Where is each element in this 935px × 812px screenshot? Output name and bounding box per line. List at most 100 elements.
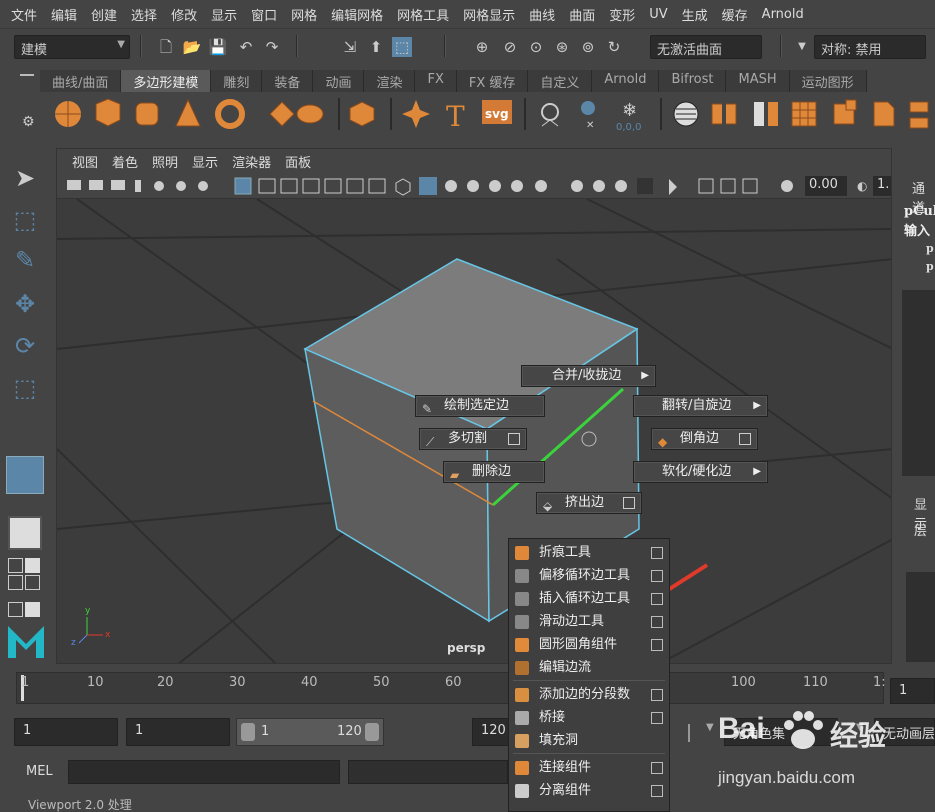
shelf-tab[interactable]: Bifrost — [659, 70, 727, 92]
menu-item[interactable]: 选择 — [124, 5, 164, 24]
option-box-icon[interactable] — [508, 433, 520, 445]
mel-label[interactable]: MEL — [26, 764, 53, 779]
shelf-tab[interactable]: MASH — [726, 70, 790, 92]
mirror-icon[interactable] — [754, 102, 778, 126]
option-box-icon[interactable] — [739, 433, 751, 445]
last-tool-icon[interactable] — [6, 456, 44, 494]
viewport-menu-item[interactable]: 显示 — [185, 152, 225, 171]
shelf-tab[interactable]: Arnold — [592, 70, 660, 92]
viewport-menu-item[interactable]: 照明 — [145, 152, 185, 171]
viewport-menu-item[interactable]: 渲染器 — [225, 152, 278, 171]
merge-collapse-edge-item[interactable]: 合并/收拢边 ▶ — [521, 365, 656, 387]
bridge-icon[interactable] — [909, 101, 929, 129]
playback-end-field[interactable]: 120 — [472, 718, 512, 746]
menu-item[interactable]: 编辑 — [44, 5, 84, 24]
bevel-icon[interactable] — [873, 101, 895, 127]
redo-icon[interactable]: ↷ — [262, 37, 282, 57]
time-slider-track[interactable]: 1 10 20 30 40 50 60 100 110 1: — [16, 672, 886, 704]
rotate-tool-icon[interactable]: ⟳ — [9, 330, 41, 362]
select-object-icon[interactable]: ⬆ — [366, 37, 386, 57]
torus-icon[interactable] — [215, 99, 245, 129]
gear-icon[interactable]: ⚙ — [22, 114, 35, 130]
snap-point-icon[interactable]: ⊙ — [526, 37, 546, 57]
mel-input[interactable] — [68, 760, 340, 784]
menu-item[interactable]: 文件 — [4, 5, 44, 24]
grid-cube-icon[interactable] — [791, 101, 817, 127]
range-slider-bar[interactable]: 1 120 — [236, 718, 384, 746]
shelf-tab[interactable]: 雕刻 — [211, 70, 263, 92]
option-box-icon[interactable] — [651, 689, 663, 701]
shelf-tab[interactable]: 运动图形 — [789, 70, 867, 92]
option-box-icon[interactable] — [651, 593, 663, 605]
hud-icon[interactable] — [742, 178, 758, 194]
symmetry-dropdown[interactable]: 对称: 禁用 — [814, 35, 926, 59]
snap-curve-icon[interactable]: ⊘ — [500, 37, 520, 57]
start-time-field[interactable]: 1 — [14, 718, 118, 746]
popup-menu-item[interactable]: 插入循环边工具 — [509, 587, 669, 610]
menu-item[interactable]: 曲线 — [522, 5, 562, 24]
text-tool-icon[interactable]: T — [446, 100, 465, 133]
snap-rotate-icon[interactable]: ↻ — [604, 37, 624, 57]
select-component-icon[interactable]: ⬚ — [392, 37, 412, 57]
menu-item[interactable]: 网格工具 — [390, 5, 456, 24]
platonic-icon[interactable] — [349, 101, 375, 127]
image-plane-icon[interactable] — [154, 181, 164, 191]
snap-view-icon[interactable]: ⊛ — [552, 37, 572, 57]
popup-menu-item[interactable]: 添加边的分段数 — [509, 683, 669, 706]
popup-menu-item[interactable]: 填充洞 — [509, 729, 669, 752]
resolution-gate-icon[interactable] — [280, 178, 298, 194]
popup-menu-item[interactable]: 编辑边流 — [509, 656, 669, 679]
antialias-icon[interactable] — [593, 180, 605, 192]
cone-icon[interactable] — [175, 98, 201, 127]
shelf-tab[interactable]: 曲线/曲面 — [40, 70, 122, 92]
time-slider[interactable]: 1 10 20 30 40 50 60 100 110 1: 1 — [0, 668, 935, 710]
shelf-tab[interactable]: 多边形建模 — [121, 70, 212, 92]
bevel-edge-item[interactable]: ◆ 倒角边 — [651, 428, 758, 450]
popup-menu-item[interactable]: 滑动边工具 — [509, 610, 669, 633]
camera-icon[interactable] — [67, 180, 81, 190]
move-tool-icon[interactable]: ✥ — [9, 288, 41, 320]
xray-icon[interactable] — [176, 181, 186, 191]
camera-lock-icon[interactable] — [111, 180, 125, 190]
mode-dropdown[interactable]: 建模 ▼ — [14, 35, 130, 59]
object-name[interactable]: pCub — [904, 204, 935, 219]
ambient-occlusion-icon[interactable] — [535, 180, 547, 192]
playback-start-field[interactable]: 1 — [126, 718, 230, 746]
shelf-tab[interactable]: FX 缓存 — [456, 70, 529, 92]
snowflake-icon[interactable]: ❄0,0,0 — [616, 100, 641, 133]
live-surface-field[interactable]: 无激活曲面 — [650, 35, 762, 59]
menu-item[interactable]: 修改 — [164, 5, 204, 24]
four-view-layout-icon[interactable] — [8, 558, 42, 592]
shelf-tab[interactable]: 动画 — [313, 70, 365, 92]
single-perspective-view-icon[interactable] — [8, 516, 42, 550]
range-start-handle[interactable] — [241, 723, 255, 741]
scale-tool-icon[interactable]: ⬚ — [9, 372, 41, 404]
popup-menu-item[interactable]: 折痕工具 — [509, 541, 669, 564]
save-scene-icon[interactable]: 💾 — [208, 37, 228, 57]
camera-attr-icon[interactable] — [89, 180, 103, 190]
extrude-edge-item[interactable]: ⬙ 挤出边 — [536, 492, 642, 514]
grid-toggle-icon[interactable] — [234, 177, 252, 195]
menu-item[interactable]: UV — [642, 7, 674, 22]
option-box-icon[interactable] — [651, 547, 663, 559]
menu-item[interactable]: 创建 — [84, 5, 124, 24]
select-hierarchy-icon[interactable]: ⇲ — [340, 37, 360, 57]
paint-select-edge-item[interactable]: ✎ 绘制选定边 — [415, 395, 545, 417]
multicut-item[interactable]: ⟋ 多切割 — [419, 428, 527, 450]
menu-item[interactable]: 缓存 — [715, 5, 755, 24]
menu-item[interactable]: 网格 — [284, 5, 324, 24]
film-gate-icon[interactable] — [258, 178, 276, 194]
gamma-field[interactable]: 1. — [873, 176, 891, 196]
extrude-icon[interactable] — [833, 99, 857, 125]
menu-item[interactable]: 窗口 — [244, 5, 284, 24]
chevron-down-icon[interactable]: ▼ — [792, 37, 812, 57]
shadows-icon[interactable] — [511, 180, 523, 192]
separate-icon[interactable] — [711, 100, 737, 128]
menu-item[interactable]: Arnold — [755, 7, 811, 22]
open-scene-icon[interactable]: 📂 — [182, 37, 202, 57]
gate-mask-icon[interactable] — [302, 178, 320, 194]
input-node[interactable]: p — [926, 242, 934, 255]
popup-menu-item[interactable]: 圆形圆角组件 — [509, 633, 669, 656]
popup-menu-item[interactable]: 连接组件 — [509, 756, 669, 779]
plane-icon[interactable] — [269, 101, 295, 127]
